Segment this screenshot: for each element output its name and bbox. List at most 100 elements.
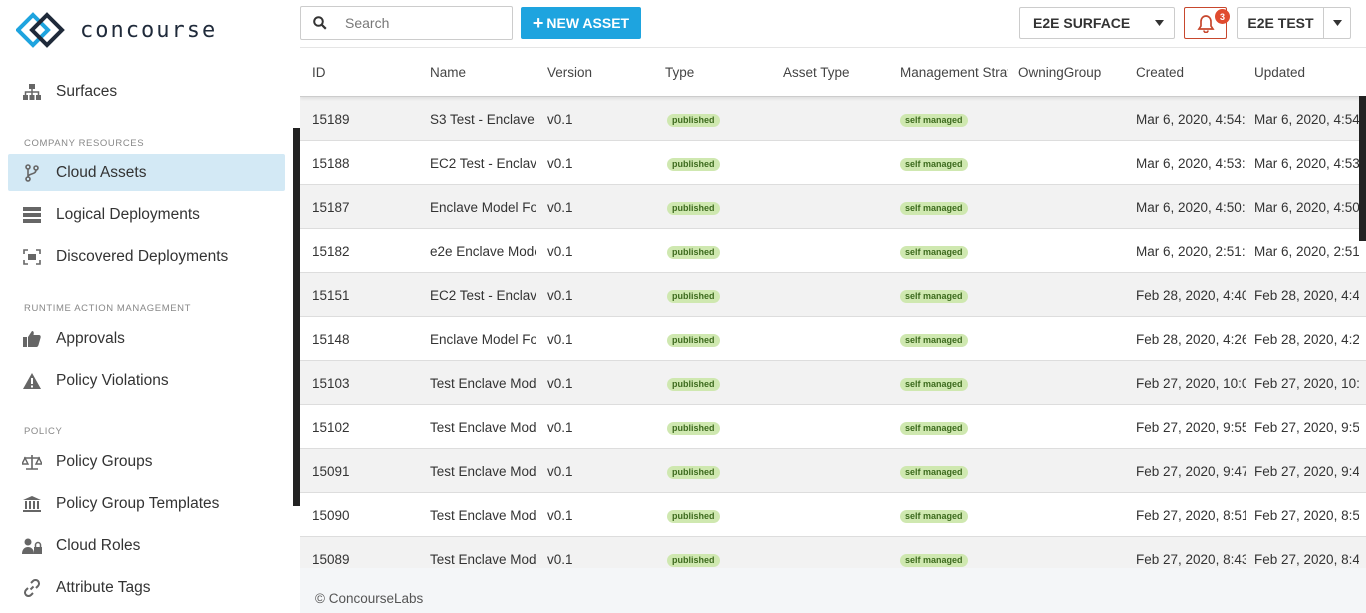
table-row[interactable]: 15151 EC2 Test - Enclave v0.1 published self… — [300, 273, 1366, 317]
sidebar-item-discovered-deployments[interactable]: Discovered Deployments — [8, 238, 285, 275]
sidebar-item-label: Discovered Deployments — [56, 247, 229, 265]
app-logo[interactable]: concourse — [16, 12, 217, 48]
cell-id: 15182 — [312, 244, 350, 259]
cell-id: 15151 — [312, 288, 350, 303]
cell-version: v0.1 — [547, 552, 573, 567]
cell-id: 15103 — [312, 376, 350, 391]
cell-created: Feb 27, 2020, 8:43 — [1136, 552, 1246, 567]
sidebar-item-surfaces[interactable]: Surfaces — [8, 73, 285, 110]
user-menu-button[interactable]: E2E TEST — [1237, 7, 1324, 39]
table-row[interactable]: 15090 Test Enclave Mode v0.1 published self … — [300, 493, 1366, 537]
sidebar: concourse Surfaces COMPANY RESOURCES Clo… — [0, 0, 293, 613]
sidebar-item-policy-groups[interactable]: Policy Groups — [8, 443, 285, 480]
cell-id: 15102 — [312, 420, 350, 435]
type-badge: published — [667, 114, 720, 127]
management-badge: self managed — [900, 202, 968, 215]
cell-created: Feb 27, 2020, 8:51 — [1136, 508, 1246, 523]
cell-created: Mar 6, 2020, 4:54: — [1136, 112, 1246, 127]
column-header-updated[interactable]: Updated — [1254, 65, 1359, 80]
management-badge: self managed — [900, 290, 968, 303]
type-badge: published — [667, 510, 720, 523]
cell-version: v0.1 — [547, 156, 573, 171]
cell-created: Mar 6, 2020, 4:53: — [1136, 156, 1246, 171]
cell-updated: Mar 6, 2020, 2:51: — [1254, 244, 1359, 259]
column-header-owning-group[interactable]: OwningGroup — [1018, 65, 1128, 80]
link-icon — [22, 578, 42, 598]
footer: © ConcourseLabs — [300, 568, 1366, 613]
sidebar-item-cloud-roles[interactable]: Cloud Roles — [8, 527, 285, 564]
cell-name: Test Enclave Mode — [430, 420, 536, 435]
plus-icon: + — [532, 13, 544, 33]
type-badge: published — [667, 378, 720, 391]
notification-count-badge: 3 — [1215, 9, 1230, 24]
table-row[interactable]: 15103 Test Enclave Mode v0.1 published self … — [300, 361, 1366, 405]
type-badge: published — [667, 422, 720, 435]
table-row[interactable]: 15102 Test Enclave Mode v0.1 published self … — [300, 405, 1366, 449]
table-row[interactable]: 15148 Enclave Model For v0.1 published self … — [300, 317, 1366, 361]
table-row[interactable]: 15089 Test Enclave Mode v0.1 published self … — [300, 537, 1366, 568]
type-badge: published — [667, 158, 720, 171]
sidebar-item-approvals[interactable]: Approvals — [8, 320, 285, 357]
cell-updated: Feb 28, 2020, 4:26 — [1254, 332, 1359, 347]
search-input[interactable] — [345, 15, 495, 31]
caret-down-icon — [1155, 20, 1164, 26]
cell-id: 15188 — [312, 156, 350, 171]
app-name: concourse — [80, 17, 218, 43]
column-header-asset-type[interactable]: Asset Type — [783, 65, 893, 80]
cell-updated: Mar 6, 2020, 4:54: — [1254, 112, 1359, 127]
column-header-created[interactable]: Created — [1136, 65, 1246, 80]
sidebar-scrollbar[interactable] — [293, 128, 300, 506]
cell-id: 15148 — [312, 332, 350, 347]
column-header-id[interactable]: ID — [312, 65, 412, 80]
table-row[interactable]: 15091 Test Enclave Mode v0.1 published self … — [300, 449, 1366, 493]
cell-updated: Feb 27, 2020, 9:55 — [1254, 420, 1359, 435]
new-asset-button[interactable]: + NEW ASSET — [521, 7, 641, 39]
assets-table: ID Name Version Type Asset Type Manageme… — [300, 47, 1366, 568]
sidebar-item-policy-group-templates[interactable]: Policy Group Templates — [8, 485, 285, 522]
table-row[interactable]: 15182 e2e Enclave Model v0.1 published self … — [300, 229, 1366, 273]
warning-icon — [22, 371, 42, 391]
cell-id: 15089 — [312, 552, 350, 567]
type-badge: published — [667, 290, 720, 303]
column-header-type[interactable]: Type — [665, 65, 775, 80]
section-title-policy: POLICY — [24, 426, 63, 437]
cell-name: Enclave Model For — [430, 200, 536, 215]
table-header: ID Name Version Type Asset Type Manageme… — [300, 48, 1366, 97]
column-header-name[interactable]: Name — [430, 65, 540, 80]
cell-updated: Feb 27, 2020, 10:0 — [1254, 376, 1359, 391]
surface-select[interactable]: E2E SURFACE — [1019, 7, 1175, 39]
column-header-version[interactable]: Version — [547, 65, 657, 80]
column-header-management-strategy[interactable]: Management Strat — [900, 65, 1008, 80]
cell-updated: Mar 6, 2020, 4:50: — [1254, 200, 1359, 215]
cell-id: 15090 — [312, 508, 350, 523]
cell-name: Test Enclave Mode — [430, 376, 536, 391]
table-row[interactable]: 15189 S3 Test - Enclave M v0.1 published sel… — [300, 97, 1366, 141]
cell-id: 15091 — [312, 464, 350, 479]
management-badge: self managed — [900, 554, 968, 567]
sitemap-icon — [22, 82, 42, 102]
caret-down-icon — [1332, 20, 1342, 26]
sidebar-item-logical-deployments[interactable]: Logical Deployments — [8, 196, 285, 233]
sidebar-item-label: Surfaces — [56, 82, 118, 100]
cell-version: v0.1 — [547, 112, 573, 127]
table-row[interactable]: 15187 Enclave Model For v0.1 published self … — [300, 185, 1366, 229]
management-badge: self managed — [900, 114, 968, 127]
type-badge: published — [667, 202, 720, 215]
user-menu-toggle[interactable] — [1323, 7, 1351, 39]
search-box[interactable] — [300, 6, 513, 40]
sidebar-item-label: Policy Groups — [56, 452, 153, 470]
cell-updated: Feb 28, 2020, 4:40 — [1254, 288, 1359, 303]
cell-name: Enclave Model For — [430, 332, 536, 347]
section-title-company-resources: COMPANY RESOURCES — [24, 138, 145, 149]
sidebar-item-policy-violations[interactable]: Policy Violations — [8, 362, 285, 399]
sidebar-item-cloud-assets[interactable]: Cloud Assets — [8, 154, 285, 191]
cell-created: Feb 28, 2020, 4:40 — [1136, 288, 1246, 303]
cell-version: v0.1 — [547, 464, 573, 479]
search-icon — [313, 16, 327, 30]
table-scrollbar[interactable] — [1359, 96, 1366, 241]
sidebar-item-attribute-tags[interactable]: Attribute Tags — [8, 569, 285, 606]
management-badge: self managed — [900, 246, 968, 259]
sidebar-item-label: Policy Group Templates — [56, 494, 220, 512]
cell-name: EC2 Test - Enclave — [430, 156, 536, 171]
table-row[interactable]: 15188 EC2 Test - Enclave v0.1 published self… — [300, 141, 1366, 185]
